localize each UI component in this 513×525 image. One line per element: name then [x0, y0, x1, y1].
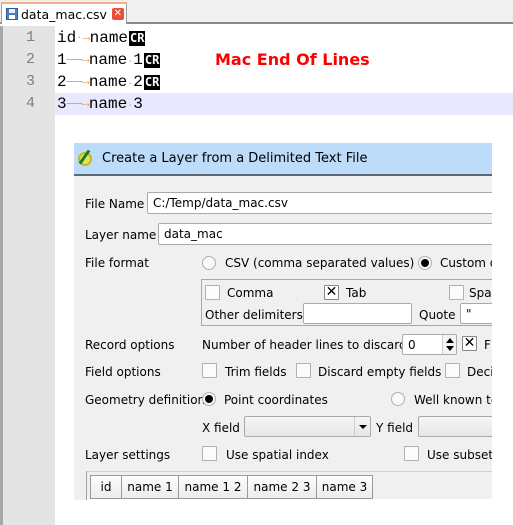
geometry-definition-label: Geometry definition [85, 393, 206, 407]
point-coordinates-label[interactable]: Point coordinates [224, 393, 328, 407]
header-lines-label: Number of header lines to discard [202, 338, 407, 352]
y-field-combo[interactable] [418, 416, 492, 437]
column-header[interactable]: name 3 [316, 475, 373, 499]
editor-tab-bar: data_mac.csv ✕ [0, 0, 513, 24]
tab-arrow-icon: ——→ [66, 74, 90, 90]
tab-arrow-icon: ——→ [66, 52, 90, 68]
csv-format-radio[interactable] [202, 256, 216, 270]
x-field-label: X field [202, 421, 240, 435]
cell-text: name·2 [88, 73, 143, 91]
dialog-title: Create a Layer from a Delimited Text Fil… [102, 151, 368, 166]
quote-label: Quote [419, 308, 456, 322]
spatial-index-label[interactable]: Use spatial index [226, 448, 329, 462]
chevron-down-icon[interactable] [354, 417, 370, 436]
cell-text: 1 [57, 51, 67, 69]
save-icon [6, 8, 18, 20]
line-number: 4 [25, 95, 35, 112]
cell-text: name [89, 29, 129, 47]
subset-index-label[interactable]: Use subset [427, 448, 492, 462]
discard-empty-label[interactable]: Discard empty fields [318, 365, 441, 379]
trim-fields-checkbox[interactable] [202, 363, 217, 378]
quote-input[interactable]: " [460, 303, 492, 324]
cell-text: 3 [57, 95, 67, 113]
editor-line-current[interactable]: 3 ——→ name·3 [55, 93, 513, 115]
tab-label[interactable]: Tab [346, 286, 366, 300]
qgis-logo-icon [78, 149, 94, 168]
header-lines-spinbox[interactable]: 0 [402, 334, 457, 355]
dialog-titlebar[interactable]: Create a Layer from a Delimited Text Fil… [74, 143, 492, 176]
space-label[interactable]: Spac [469, 286, 492, 300]
space-checkbox[interactable] [449, 285, 464, 300]
point-coordinates-radio[interactable] [202, 392, 216, 406]
line-number: 1 [25, 29, 35, 46]
spatial-index-checkbox[interactable] [202, 446, 217, 461]
wkt-label[interactable]: Well known te [414, 393, 492, 407]
editor-line[interactable]: 2 ——→ name·2 CR [55, 71, 513, 93]
cell-text: id [57, 29, 77, 47]
decimal-comma-checkbox[interactable] [445, 363, 460, 378]
custom-delimiters-label[interactable]: Custom d [440, 256, 492, 270]
record-options-label: Record options [85, 338, 175, 352]
file-name-input[interactable]: C:/Temp/data_mac.csv [147, 192, 492, 214]
first-record-names-label[interactable]: F [484, 338, 491, 352]
decimal-comma-label[interactable]: Deci [467, 365, 492, 379]
csv-format-label[interactable]: CSV (comma separated values) [225, 256, 414, 270]
sample-data-table: id name 1 name 1 2 name 2 3 name 3 [86, 471, 492, 500]
wkt-radio[interactable] [391, 392, 405, 406]
space-marker: · [127, 57, 134, 68]
file-tab[interactable]: data_mac.csv ✕ [1, 2, 127, 24]
y-field-label: Y field [376, 421, 414, 435]
space-marker: · [127, 101, 134, 112]
discard-empty-checkbox[interactable] [296, 363, 311, 378]
file-tab-label: data_mac.csv [21, 6, 107, 22]
first-record-names-checkbox[interactable] [462, 335, 477, 351]
column-header[interactable]: name 1 2 [178, 475, 248, 499]
layer-settings-label: Layer settings [85, 448, 171, 462]
line-number: 3 [25, 73, 35, 90]
spin-down-icon[interactable] [446, 346, 454, 351]
spin-buttons[interactable] [442, 335, 456, 354]
other-delimiters-label: Other delimiters [205, 308, 303, 322]
cr-marker: CR [143, 52, 161, 68]
space-marker: · [127, 79, 134, 90]
file-name-label: File Name [85, 197, 145, 211]
column-header[interactable]: name 2 3 [247, 475, 317, 499]
cell-text: name·1 [88, 51, 143, 69]
close-icon[interactable]: ✕ [111, 8, 124, 20]
cr-marker: CR [129, 30, 146, 46]
annotation-label: Mac End Of Lines [215, 50, 370, 69]
custom-delimiters-radio[interactable] [418, 256, 432, 270]
cell-text: name·3 [88, 95, 143, 113]
delimited-text-dialog: Create a Layer from a Delimited Text Fil… [74, 143, 492, 500]
tab-checkbox[interactable] [324, 284, 339, 300]
trim-fields-label[interactable]: Trim fields [225, 365, 286, 379]
cell-text: 2 [57, 73, 67, 91]
spin-up-icon[interactable] [446, 338, 454, 343]
tab-arrow-icon: → [82, 30, 90, 46]
layer-name-input[interactable]: data_mac [158, 223, 492, 245]
column-header[interactable]: id [90, 475, 122, 499]
comma-checkbox[interactable] [205, 285, 220, 300]
table-body [87, 499, 492, 500]
comma-label[interactable]: Comma [227, 286, 273, 300]
file-format-label: File format [85, 256, 149, 270]
header-lines-value: 0 [408, 338, 416, 352]
column-header[interactable]: name 1 [121, 475, 179, 499]
table-header-row: id name 1 name 1 2 name 2 3 name 3 [90, 475, 373, 499]
field-options-label: Field options [85, 365, 161, 379]
line-number-gutter: 1 2 3 4 [0, 26, 55, 525]
tab-arrow-icon: ——→ [66, 96, 90, 112]
other-delimiters-input[interactable] [303, 303, 412, 324]
line-number: 2 [25, 51, 35, 68]
cr-marker: CR [143, 74, 161, 90]
x-field-combo[interactable] [244, 416, 371, 437]
layer-name-label: Layer name [85, 228, 157, 242]
editor-line[interactable]: id · → name CR [55, 27, 513, 49]
subset-index-checkbox[interactable] [404, 446, 419, 461]
